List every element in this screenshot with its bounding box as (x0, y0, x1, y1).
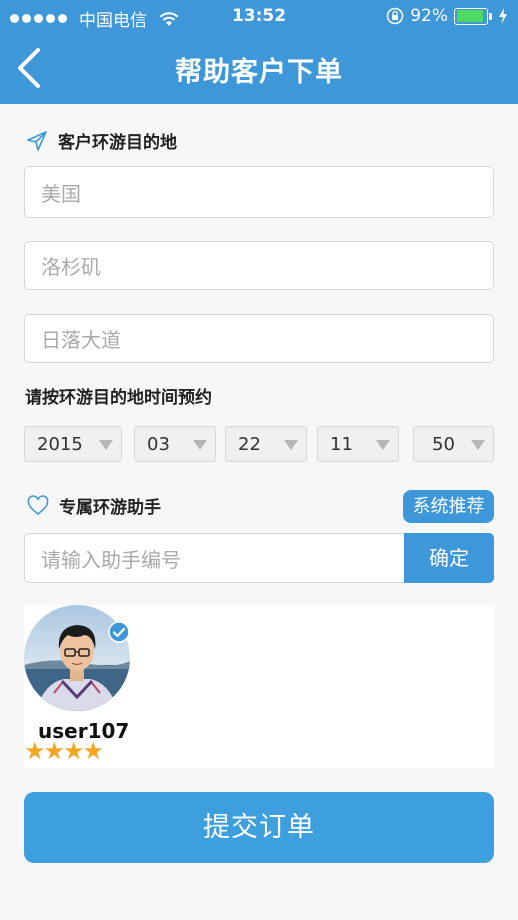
city-placeholder: 洛杉矶 (41, 255, 101, 279)
assistant-card[interactable]: user107 ★★★★ (24, 605, 494, 768)
day-select[interactable]: 22 (225, 426, 307, 462)
street-field[interactable]: 日落大道 (24, 314, 494, 363)
nav-bar: 帮助客户下单 (0, 34, 518, 104)
month-value: 03 (147, 433, 170, 455)
rotation-lock-icon (386, 7, 404, 25)
schedule-label: 请按环游目的地时间预约 (25, 383, 212, 408)
dropdown-arrow-icon (284, 440, 298, 450)
verified-badge-icon (108, 621, 130, 643)
page-title: 帮助客户下单 (175, 57, 343, 88)
year-value: 2015 (37, 433, 83, 455)
destination-label-text: 客户环游目的地 (58, 133, 177, 153)
system-recommend-button[interactable]: 系统推荐 (403, 490, 494, 523)
country-field[interactable]: 美国 (24, 166, 494, 218)
year-select[interactable]: 2015 (24, 426, 122, 462)
minute-value: 50 (432, 433, 455, 455)
minute-select[interactable]: 50 (413, 426, 494, 462)
assistant-label-text: 专属环游助手 (59, 498, 161, 518)
assistant-id-input[interactable]: 请输入助手编号 (24, 533, 405, 583)
hour-select[interactable]: 11 (317, 426, 399, 462)
assistant-label: 专属环游助手 (27, 493, 161, 518)
charging-bolt-icon (499, 8, 507, 24)
heart-icon (27, 494, 49, 515)
dropdown-arrow-icon (193, 440, 207, 450)
battery-icon (454, 7, 492, 25)
destination-label: 客户环游目的地 (26, 128, 177, 153)
status-right: 92% (386, 6, 508, 26)
city-field[interactable]: 洛杉矶 (24, 241, 494, 290)
day-value: 22 (238, 433, 261, 455)
month-select[interactable]: 03 (134, 426, 216, 462)
assistant-id-placeholder: 请输入助手编号 (41, 547, 181, 572)
dropdown-arrow-icon (376, 440, 390, 450)
country-placeholder: 美国 (41, 181, 81, 206)
submit-order-button[interactable]: 提交订单 (24, 792, 494, 863)
street-placeholder: 日落大道 (41, 328, 121, 352)
confirm-button[interactable]: 确定 (404, 533, 494, 583)
paper-plane-icon (27, 130, 47, 151)
rating-stars: ★★★★ (24, 737, 104, 765)
schedule-label-text: 请按环游目的地时间预约 (25, 388, 212, 408)
status-bar: 中国电信 13:52 92% (0, 0, 518, 34)
dropdown-arrow-icon (471, 440, 485, 450)
app-header: 中国电信 13:52 92% 帮助客户下单 (0, 0, 518, 104)
battery-percent: 92% (410, 6, 448, 26)
dropdown-arrow-icon (99, 440, 113, 450)
hour-value: 11 (330, 433, 353, 455)
